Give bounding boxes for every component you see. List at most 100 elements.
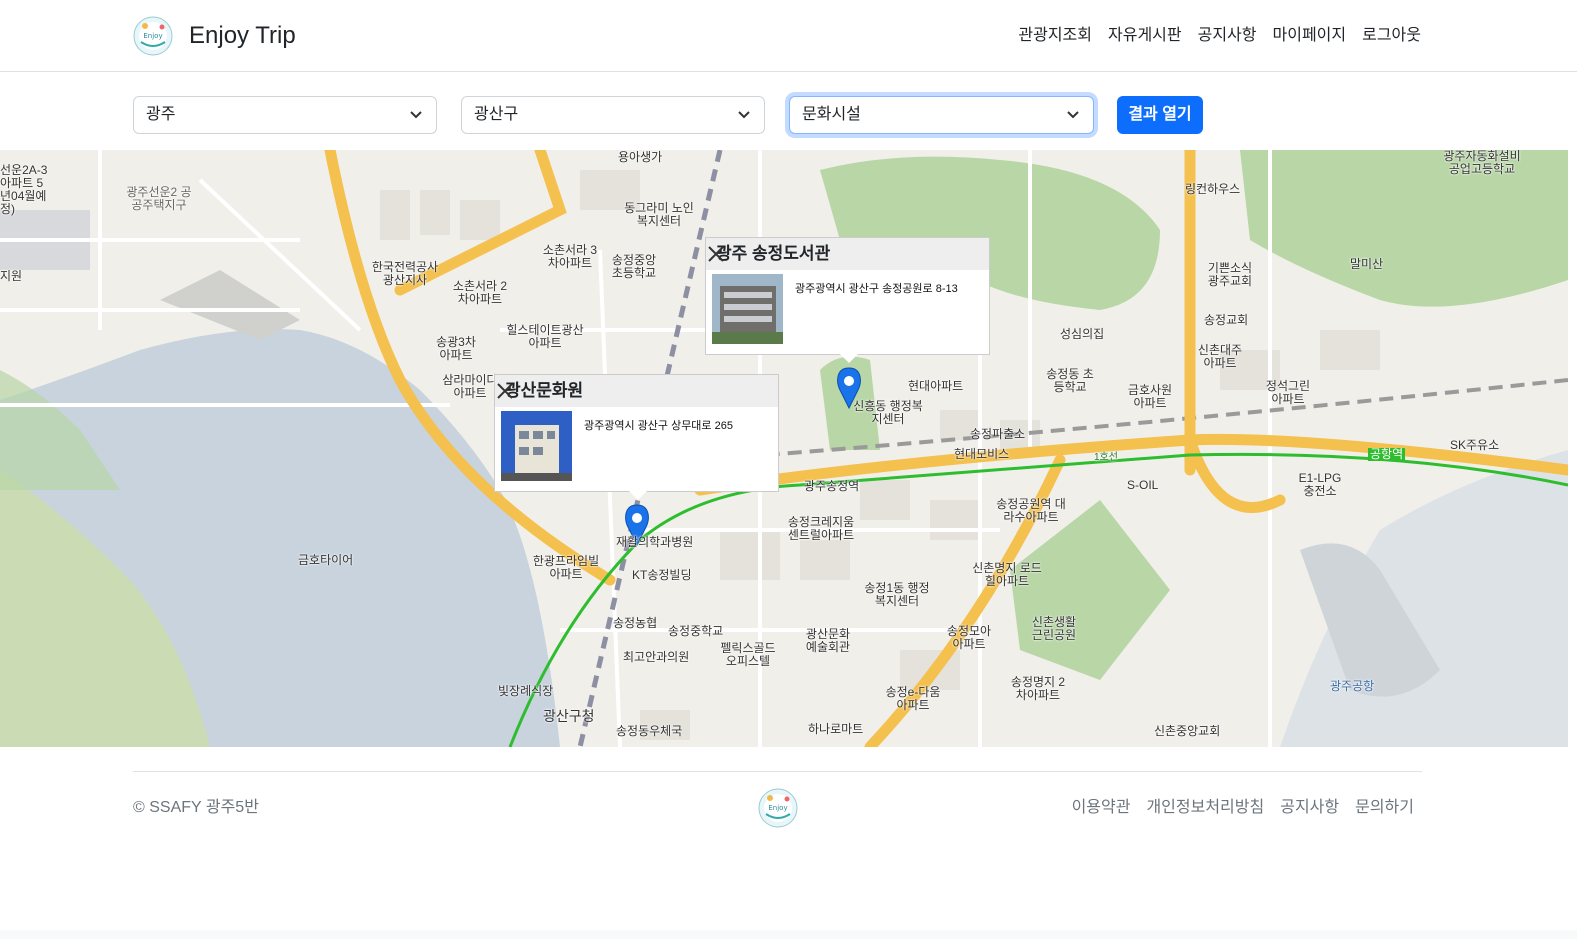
map-label: 최고안과의원 [623,650,690,664]
map-label: 하나로마트 [808,722,864,736]
map-label: 용아생가 [618,150,663,164]
chevron-down-icon [1067,111,1079,119]
info-window-title: 광산문화원 [495,375,778,407]
enjoy-trip-logo[interactable]: Enjoy [133,16,173,56]
map-label: 광산문화 예술회관 [805,627,851,654]
map-label: E1-LPG 충전소 [1298,471,1342,498]
footer-link-notice[interactable]: 공지사항 [1280,797,1339,819]
map-label: 금호사원 아파트 [1127,383,1173,410]
footer-link-contact[interactable]: 문의하기 [1355,797,1414,819]
map-label: 송정교회 [1204,313,1249,327]
place-thumbnail [501,411,572,481]
map-label: 선운2A-3아파트 5년04월예정) [0,163,48,216]
site-header: Enjoy Enjoy Trip 관광지조회 자유게시판 공지사항 마이페이지 … [0,0,1577,72]
map-view[interactable]: 용아생가 동그라미 노인복지센터 소촌서라 3차아파트 송정중앙 초등학교 한국… [0,150,1568,747]
map-label: 신촌명지 로드힐아파트 [972,561,1042,588]
map-label: 신촌중앙교회 [1154,724,1221,738]
chevron-down-icon [410,111,422,119]
map-label: 한광프라임빌 아파트 [532,554,600,581]
map-label: 송정중앙 초등학교 [611,253,657,280]
map-label: 기쁜소식 광주교회 [1207,261,1253,288]
map-label: 송정명지 2차아파트 [1010,675,1066,702]
map-label: 송정동우체국 [616,724,683,738]
region-select[interactable]: 광주 [133,96,437,134]
footer-links: 이용약관 개인정보처리방침 공지사항 문의하기 [1072,797,1414,819]
map-label: 한국전력공사 광산지사 [371,260,439,287]
info-window-address: 광주광역시 광산구 송정공원로 8-13 [795,283,958,295]
info-window-tip [840,354,858,363]
footer-copyright: © SSAFY 광주5반 [133,799,259,816]
district-select[interactable]: 광산구 [461,96,765,134]
map-label: 광주송정역 [804,479,860,493]
map-label: 삼라마이다 아파트 [442,373,498,400]
map-label: 소촌서라 3차아파트 [542,243,598,270]
map-label: 신촌대주 아파트 [1197,343,1243,370]
map-label: 송정e-다움 아파트 [885,685,941,712]
map-label: 소촌서라 2차아파트 [452,279,508,306]
map-label: 송광3차 아파트 [436,335,476,362]
map-label: 현대모비스 [954,447,1010,461]
info-window-songjeong-library: 광주 송정도서관 광주광역시 광산구 송정공원로 8-13 [705,237,990,363]
nav-attractions[interactable]: 관광지조회 [1018,24,1092,48]
map-label: 지원 [0,269,23,283]
map-label: 정석그린 아파트 [1265,379,1311,406]
nav-notice[interactable]: 공지사항 [1198,24,1257,48]
map-label: 광주자동화설비 공업고등학교 [1443,150,1521,176]
map-label: 펠릭스골드 오피스텔 [720,641,776,668]
map-label: 현대아파트 [908,379,964,393]
map-label: 금호타이어 [298,553,354,567]
info-window-title: 광주 송정도서관 [706,238,989,270]
map-label: 광주선운2 공공주택지구 [126,185,192,212]
map-label: 송정크레지움 센트럴아파트 [787,515,855,542]
map-label: 신흥동 행정복지센터 [853,399,923,426]
main-nav: 관광지조회 자유게시판 공지사항 마이페이지 로그아웃 [1018,24,1421,48]
map-label: S-OIL [1127,478,1159,492]
map-label: 성심의집 [1060,327,1105,341]
close-icon[interactable] [706,244,726,264]
nav-mypage[interactable]: 마이페이지 [1273,24,1347,48]
map-label: SK주유소 [1450,438,1500,452]
footer-divider [133,771,1422,772]
info-window-title-text: 광주 송정도서관 [716,244,831,263]
svg-text:Enjoy: Enjoy [768,804,787,812]
map-label: 송정중학교 [668,624,724,638]
map-label: 힐스테이트광산 아파트 [506,323,584,350]
footer-link-terms[interactable]: 이용약관 [1072,797,1131,819]
map-label: 신촌생활 근린공원 [1031,615,1077,642]
map-label: 송정공원역 대라수아파트 [996,497,1066,524]
footer-link-privacy[interactable]: 개인정보처리방침 [1146,797,1264,819]
footer-logo[interactable]: Enjoy [758,788,798,828]
nav-logout[interactable]: 로그아웃 [1362,24,1421,48]
info-window-address: 광주광역시 광산구 상무대로 265 [584,420,733,432]
region-select-value: 광주 [146,106,176,123]
info-window-tip [629,491,647,500]
map-label: 송정모아 아파트 [946,624,992,651]
place-thumbnail [712,274,783,344]
map-label: 빛장례식장 [498,684,554,698]
chevron-down-icon [738,111,750,119]
category-select-value: 문화시설 [802,106,861,123]
info-window-gwangsan-culture: 광산문화원 광주광역시 광산구 상무대로 265 [494,374,779,500]
nav-board[interactable]: 자유게시판 [1108,24,1182,48]
svg-text:Enjoy: Enjoy [143,32,162,40]
map-label: 재활의학과병원 [616,535,694,549]
map-label: 링컨하우스 [1185,182,1241,196]
map-label: 송정동 초등학교 [1046,367,1094,394]
info-window-title-text: 광산문화원 [505,381,584,400]
map-label: 동그라미 노인복지센터 [624,201,694,228]
map-label: 공항역 [1368,447,1406,461]
map-label: 광산구청 [543,708,595,724]
page-bottom-bar [0,930,1577,939]
brand-title[interactable]: Enjoy Trip [189,20,296,52]
map-label: 송정파출소 [970,427,1026,441]
close-icon[interactable] [495,381,515,401]
map-label: 말미산 [1350,257,1384,271]
category-select[interactable]: 문화시설 [789,96,1094,134]
map-label: 1호선 [1094,452,1118,463]
map-label: 광주공항 [1330,679,1375,693]
map-label: 송정1동 행정복지센터 [864,581,930,608]
map-label: 송정농협 [613,616,658,630]
map-label: KT송정빌딩 [632,568,692,582]
open-results-button[interactable]: 결과 열기 [1117,96,1203,134]
district-select-value: 광산구 [474,106,519,123]
